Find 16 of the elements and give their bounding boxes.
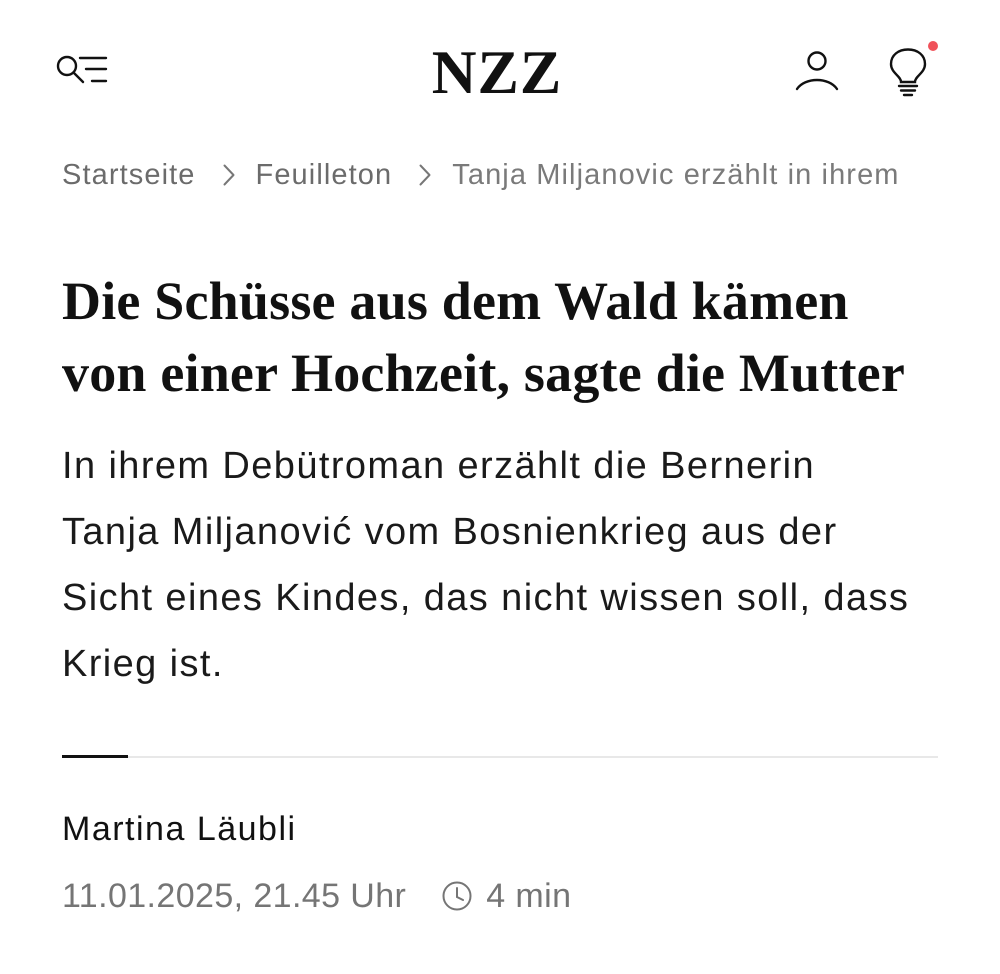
account-button[interactable]	[795, 51, 839, 91]
ideas-button[interactable]	[889, 40, 938, 98]
breadcrumb-link[interactable]: Tanja Miljanovic erzählt in ihrem	[452, 155, 900, 195]
article-title: Die Schüsse aus dem Wald kämen von einer Hochzeit, sagte die Mutter	[62, 270, 906, 405]
chevron-right-icon	[222, 164, 234, 186]
publish-date: 11.01.2025, 21.45 Uhr	[62, 876, 406, 917]
clock-icon	[442, 881, 472, 911]
reading-time: 4 min	[486, 876, 572, 917]
article-lead: In ihrem Debütroman erzählt die Bernerin Tanja Miljanović vom Bosnienkrieg aus der Sicht eines Kindes, das nicht wissen soll, dass Krieg ist.	[62, 444, 910, 687]
lightbulb-icon	[889, 48, 927, 98]
breadcrumb-link[interactable]: Feuilleton	[256, 155, 392, 195]
author-name[interactable]: Martina Läubli	[62, 809, 297, 849]
logo[interactable]: NZZ	[432, 38, 562, 104]
person-icon	[795, 51, 839, 91]
chevron-right-icon	[419, 164, 432, 186]
breadcrumb-link[interactable]: Startseite	[62, 155, 196, 195]
